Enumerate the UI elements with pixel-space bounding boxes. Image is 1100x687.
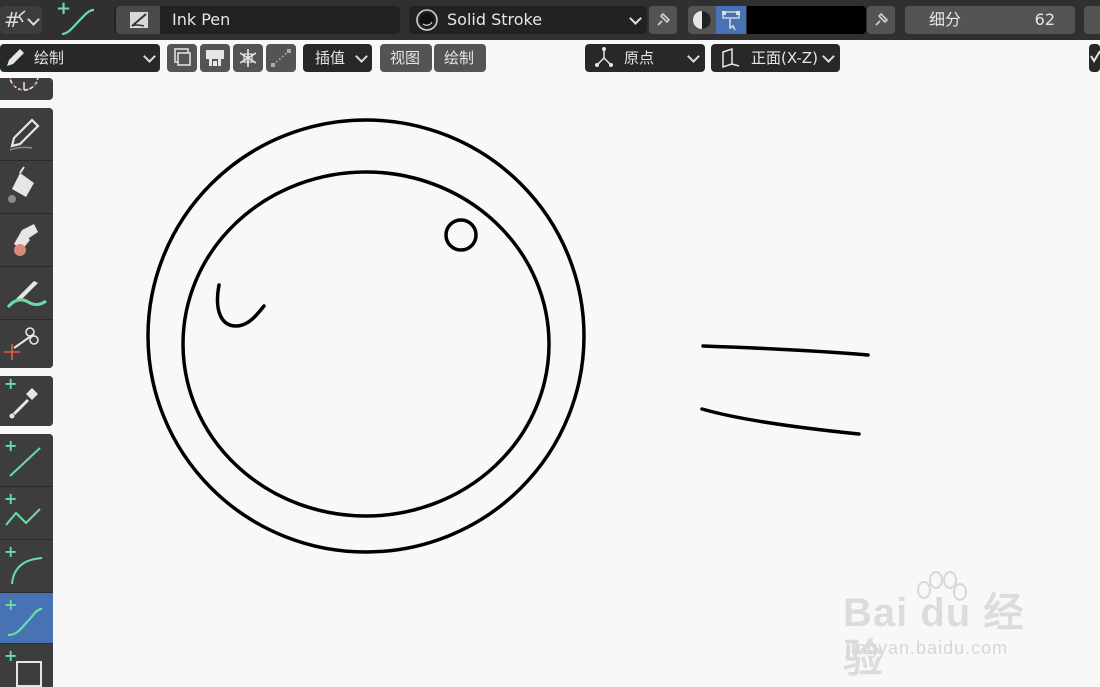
plane-icon: [722, 47, 740, 69]
pencil-icon: [7, 49, 24, 66]
add-icon: +: [4, 489, 18, 508]
pin-color-button[interactable]: [867, 6, 895, 34]
chevron-down-icon: [629, 12, 642, 25]
vertex-color-toggle[interactable]: [716, 6, 746, 34]
chevron-down-icon: [822, 50, 835, 63]
stroke-placement-dropdown[interactable]: 原点: [585, 44, 705, 72]
autokey-icon: [206, 50, 224, 66]
eyedropper-tool[interactable]: +: [0, 376, 53, 426]
brush-name: Ink Pen: [172, 10, 231, 29]
options-dropdown[interactable]: [1089, 44, 1100, 72]
view-menu-label: 视图: [390, 49, 421, 67]
polyline-tool[interactable]: +: [0, 487, 53, 539]
chevron-down-icon: [687, 50, 700, 63]
svg-text:#: #: [4, 8, 21, 32]
subdivision-slider[interactable]: 细分 62: [905, 6, 1075, 34]
subdivision-value: 62: [1034, 10, 1055, 29]
vertex-color-icon: [693, 11, 711, 29]
watermark-url: jingyan.baidu.com: [846, 638, 1009, 658]
tint-brush-icon: [6, 281, 47, 309]
fill-tool[interactable]: [0, 161, 53, 213]
cursor-tool[interactable]: [0, 78, 53, 100]
multiframe-toggle[interactable]: [167, 44, 197, 72]
chevron-down-icon: [355, 50, 368, 63]
cursor-icon: [9, 78, 39, 91]
eyedropper-tool-group: +: [0, 376, 53, 426]
pin-icon: [875, 12, 889, 26]
curve-draw-tool-icon: +: [56, 0, 95, 36]
mode-dropdown[interactable]: 绘制: [0, 44, 160, 72]
curve-edit-icon: [271, 49, 291, 67]
curve-tool[interactable]: +: [0, 593, 53, 643]
inner-circle-stroke: [181, 170, 551, 518]
brush-selector[interactable]: Ink Pen: [114, 6, 400, 34]
pencil-icon: [9, 118, 40, 151]
svg-text:+: +: [56, 0, 71, 19]
interpolate-label: 插值: [315, 49, 346, 67]
line-tool[interactable]: +: [0, 434, 53, 486]
draw-menu[interactable]: 绘制: [434, 44, 486, 72]
active-tool-indicator[interactable]: +: [54, 0, 100, 40]
interpolate-dropdown[interactable]: 插值: [303, 44, 372, 72]
grid-snap-dropdown[interactable]: #: [0, 6, 42, 34]
add-icon: +: [4, 376, 18, 393]
curve-editing-toggle[interactable]: [266, 44, 296, 72]
color-attribute-icon: [722, 11, 740, 31]
arc-tool[interactable]: +: [0, 540, 53, 592]
draw-tool[interactable]: [0, 108, 53, 160]
header-overflow-button[interactable]: [1084, 6, 1100, 34]
draw-menu-label: 绘制: [444, 49, 475, 67]
checkmark-icon: [1090, 50, 1100, 63]
smile-stroke: [215, 283, 266, 328]
subdivision-label: 细分: [929, 10, 962, 29]
box-tool[interactable]: +: [0, 644, 53, 687]
scissors-icon: [4, 327, 39, 360]
color-swatch[interactable]: [747, 6, 866, 34]
view-menu[interactable]: 视图: [380, 44, 432, 72]
add-icon: +: [4, 646, 18, 665]
chevron-down-icon: [143, 50, 156, 63]
snowflake-icon: [239, 49, 257, 67]
brush-icon: [116, 6, 160, 34]
layers-icon: [174, 48, 191, 66]
eraser-icon: [14, 224, 38, 256]
drawing-plane-dropdown[interactable]: 正面(X-Z): [711, 44, 840, 72]
paint-bucket-icon: [8, 166, 34, 203]
tool-header: # + Ink Pen Solid Stroke 细分 62: [0, 0, 1100, 40]
plane-label: 正面(X-Z): [751, 49, 818, 67]
cutter-tool[interactable]: [0, 320, 53, 368]
add-icon: +: [4, 436, 18, 455]
origin-label: 原点: [624, 49, 655, 67]
add-icon: +: [4, 595, 18, 614]
draw-tool-group: [0, 108, 53, 368]
autokey-toggle[interactable]: [200, 44, 230, 72]
stroke-material-name: Solid Stroke: [447, 10, 543, 29]
material-sphere-icon: [416, 9, 438, 31]
primitive-tool-group: + + + + +: [0, 434, 53, 687]
small-circle-stroke: [444, 218, 478, 252]
pin-material-button[interactable]: [649, 6, 677, 34]
material-selector[interactable]: Solid Stroke: [409, 6, 647, 34]
material-mode-toggle[interactable]: [688, 6, 716, 34]
mode-label: 绘制: [34, 49, 65, 67]
add-icon: +: [4, 542, 18, 561]
erase-tool[interactable]: [0, 214, 53, 266]
pin-icon: [657, 12, 671, 26]
outer-circle-stroke: [146, 118, 586, 554]
watermark-logo-text: Bai du 经验: [843, 591, 1025, 681]
symmetry-toggle[interactable]: [233, 44, 263, 72]
upper-line-stroke: [701, 344, 870, 357]
mode-toolbar: 绘制 插值 视图 绘制 原点 正面(X-Z): [0, 40, 1100, 78]
tint-tool[interactable]: [0, 267, 53, 319]
origin-icon: [595, 47, 613, 67]
lower-line-stroke: [700, 407, 861, 436]
